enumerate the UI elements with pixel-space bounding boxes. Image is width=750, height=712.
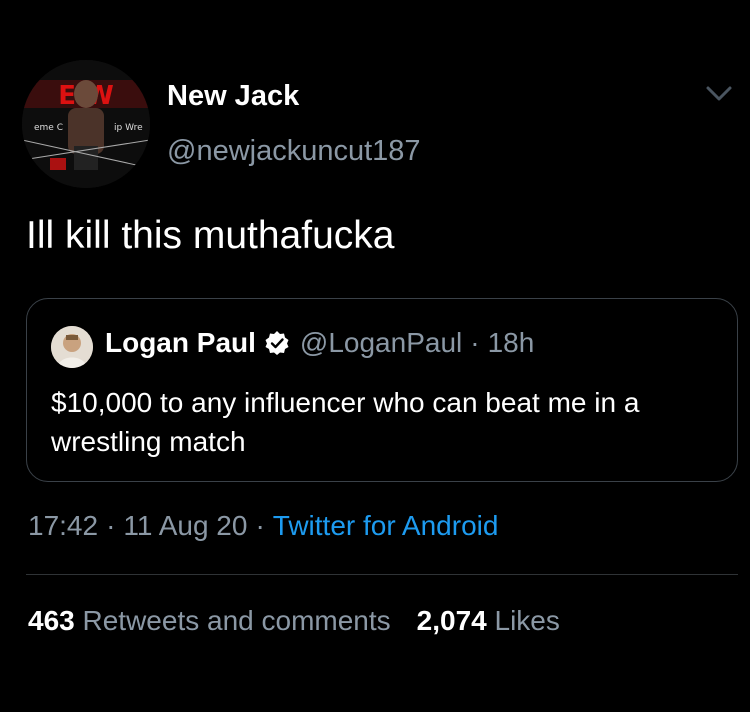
svg-text:ip Wre: ip Wre (114, 123, 143, 133)
quoted-handle[interactable]: @LoganPaul (300, 327, 462, 359)
tweet-options-button[interactable] (704, 82, 734, 106)
quoted-user-avatar[interactable] (51, 326, 93, 368)
quoted-display-name[interactable]: Logan Paul (105, 327, 256, 359)
quoted-tweet-header: Logan Paul @LoganPaul · 18h (105, 327, 534, 359)
wrestler-avatar-icon: E W eme C ip Wre (22, 60, 150, 188)
meta-separator: · (106, 510, 116, 541)
meta-separator: · (255, 510, 265, 541)
user-avatar[interactable]: E W eme C ip Wre (22, 60, 150, 188)
likes-stat[interactable]: 2,074 Likes (417, 605, 560, 636)
display-name[interactable]: New Jack (167, 80, 299, 113)
tweet-meta: 17:42 · 11 Aug 20 · Twitter for Android (28, 510, 498, 542)
quoted-timestamp[interactable]: 18h (488, 327, 535, 359)
user-handle[interactable]: @newjackuncut187 (167, 135, 421, 168)
quoted-tweet-text: $10,000 to any influencer who can beat m… (51, 387, 640, 457)
person-avatar-icon (51, 326, 93, 368)
divider (26, 574, 738, 575)
likes-label: Likes (494, 605, 560, 636)
tweet-date[interactable]: 11 Aug 20 (123, 510, 247, 541)
tweet-text: Ill kill this muthafucka (26, 214, 395, 257)
tweet-source-link[interactable]: Twitter for Android (273, 510, 499, 541)
tweet-time[interactable]: 17:42 (28, 510, 98, 541)
likes-count: 2,074 (416, 605, 487, 636)
retweets-count: 463 (28, 605, 75, 636)
tweet-stats: 463 Retweets and comments 2,074 Likes (28, 605, 560, 637)
svg-text:eme C: eme C (34, 123, 63, 133)
verified-badge-icon (264, 330, 290, 356)
chevron-down-icon (706, 86, 732, 101)
retweets-label: Retweets and comments (82, 605, 391, 636)
retweets-stat[interactable]: 463 Retweets and comments (28, 605, 391, 636)
quoted-tweet-card[interactable]: Logan Paul @LoganPaul · 18h $10,000 to a… (26, 298, 738, 482)
quoted-separator: · (470, 327, 480, 358)
